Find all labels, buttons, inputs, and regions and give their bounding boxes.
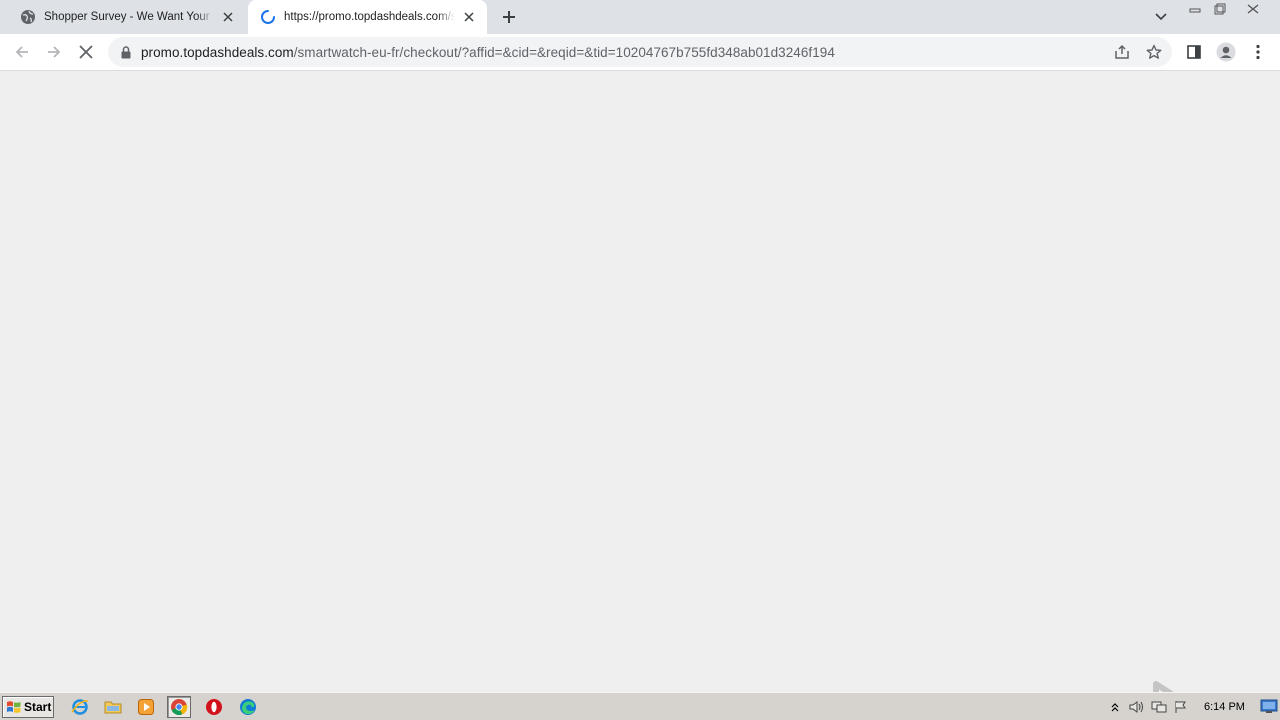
tab-strip: Shopper Survey - We Want Your Opinion ht… [0,0,1280,34]
bookmark-star-icon[interactable] [1143,41,1165,63]
url-path: /smartwatch-eu-fr/checkout/?affid=&cid=&… [293,44,835,60]
show-desktop-icon[interactable] [1260,698,1278,714]
profile-button[interactable] [1212,38,1240,66]
opera-icon[interactable] [202,696,226,718]
tab-checkout[interactable]: https://promo.topdashdeals.com/smartwatc… [248,0,487,34]
media-player-icon[interactable] [134,696,158,718]
minimize-button[interactable] [1184,0,1206,18]
internet-explorer-icon[interactable] [68,696,92,718]
minimize-icon [1189,8,1201,13]
side-panel-button[interactable] [1180,38,1208,66]
clock[interactable]: 6:14 PM [1204,701,1245,713]
share-icon[interactable] [1111,41,1133,63]
windows-flag-icon [7,701,21,713]
edge-icon[interactable] [236,696,260,718]
forward-button[interactable] [40,38,68,66]
taskbar: Start 6:14 PM [0,692,1280,720]
address-bar[interactable]: promo.topdashdeals.com/smartwatch-eu-fr/… [108,37,1172,67]
arrow-left-icon [15,46,28,58]
chevron-down-icon [1155,13,1167,21]
tab-title: https://promo.topdashdeals.com/smartwatc… [284,11,455,23]
side-panel-icon [1187,45,1201,59]
action-center-flag-icon[interactable] [1170,697,1192,717]
start-button[interactable]: Start [2,696,54,718]
new-tab-button[interactable] [497,5,521,29]
chevron-up-icon[interactable] [1104,697,1126,717]
restore-icon [1214,3,1226,15]
lock-icon[interactable] [120,45,132,59]
url-text: promo.topdashdeals.com/smartwatch-eu-fr/… [141,45,835,60]
start-label: Start [24,700,52,714]
tab-title: Shopper Survey - We Want Your Opinion [44,11,214,23]
restore-button[interactable] [1209,0,1231,18]
avatar-icon [1216,42,1236,62]
chrome-icon[interactable] [167,696,191,718]
volume-icon[interactable] [1126,697,1148,717]
back-button[interactable] [8,38,36,66]
loading-spinner-icon [260,9,276,25]
page-content: ANY RUN [0,72,1280,720]
globe-icon [20,9,36,25]
url-host: promo.topdashdeals.com [141,44,294,60]
tab-shopper-survey[interactable]: Shopper Survey - We Want Your Opinion [8,0,246,34]
system-tray: 6:14 PM [1104,696,1280,718]
more-vert-icon [1256,44,1260,60]
close-icon [79,45,93,59]
file-explorer-icon[interactable] [101,696,125,718]
close-tab-icon[interactable] [218,7,238,27]
stop-loading-button[interactable] [72,38,100,66]
plus-icon [503,11,515,23]
close-icon [1247,4,1259,14]
close-tab-icon[interactable] [459,7,479,27]
tab-search-button[interactable] [1150,6,1172,28]
arrow-right-icon [48,46,61,58]
menu-button[interactable] [1244,38,1272,66]
close-window-button[interactable] [1242,0,1264,18]
network-icon[interactable] [1148,697,1170,717]
browser-toolbar: promo.topdashdeals.com/smartwatch-eu-fr/… [0,34,1280,71]
